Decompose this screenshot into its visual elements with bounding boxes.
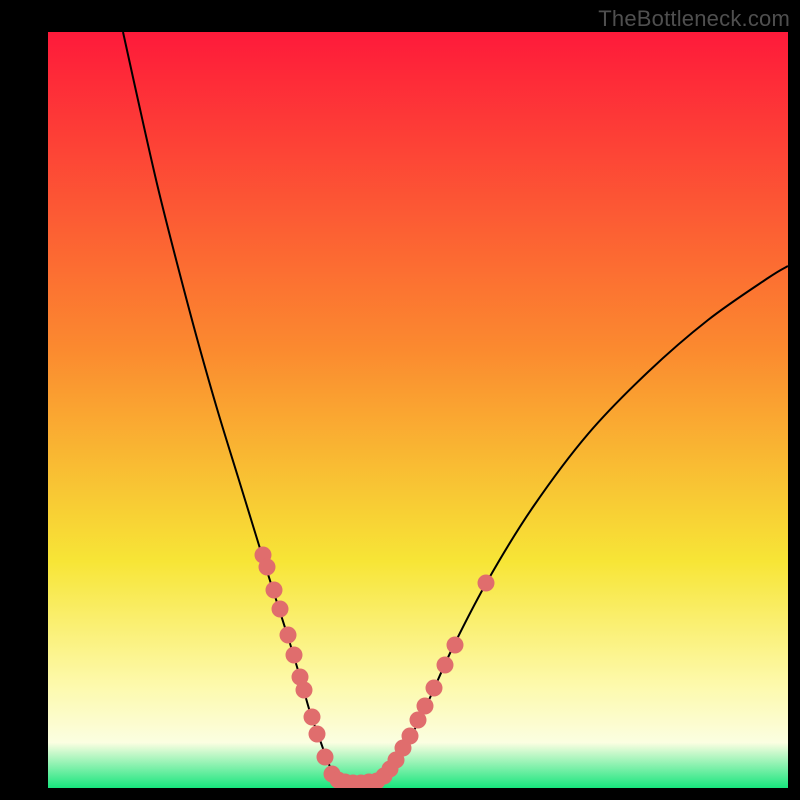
data-dot bbox=[259, 559, 276, 576]
data-dot bbox=[426, 680, 443, 697]
data-dot bbox=[280, 627, 297, 644]
plot-svg bbox=[48, 32, 788, 788]
data-dot bbox=[272, 601, 289, 618]
data-dot bbox=[286, 647, 303, 664]
data-dot bbox=[437, 657, 454, 674]
data-dot bbox=[304, 709, 321, 726]
gradient-background bbox=[48, 32, 788, 788]
data-dot bbox=[309, 726, 326, 743]
data-dot bbox=[266, 582, 283, 599]
plot-area bbox=[48, 32, 788, 788]
chart-frame: TheBottleneck.com bbox=[0, 0, 800, 800]
data-dot bbox=[317, 749, 334, 766]
data-dot bbox=[447, 637, 464, 654]
data-dot bbox=[478, 575, 495, 592]
watermark-text: TheBottleneck.com bbox=[598, 6, 790, 32]
data-dot bbox=[417, 698, 434, 715]
data-dot bbox=[402, 728, 419, 745]
data-dot bbox=[296, 682, 313, 699]
